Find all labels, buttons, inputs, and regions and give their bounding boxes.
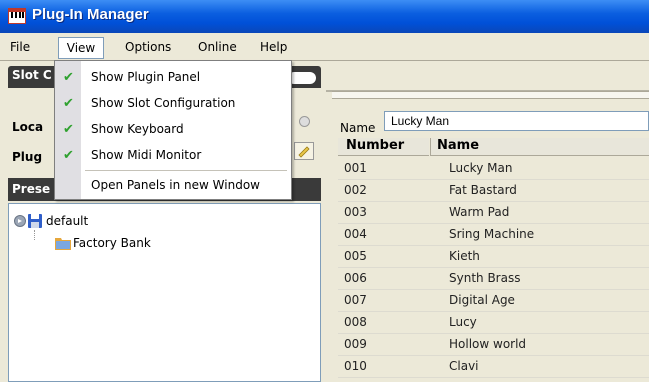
table-row[interactable]: 001 Lucky Man (338, 157, 649, 180)
checkmark-icon: ✔ (63, 122, 74, 137)
row-number: 001 (344, 161, 367, 175)
preset-panel-title: Prese (12, 182, 51, 196)
row-number: 007 (344, 293, 367, 307)
column-header-number[interactable]: Number (338, 138, 429, 156)
row-name: Fat Bastard (449, 183, 517, 197)
pencil-icon (298, 146, 310, 158)
table-row[interactable]: 003 Warm Pad (338, 201, 649, 224)
row-number: 010 (344, 359, 367, 373)
tree-node-default[interactable]: default (46, 214, 88, 228)
menu-view[interactable]: View (58, 37, 104, 59)
preset-tree: default Factory Bank (8, 203, 321, 382)
row-number: 004 (344, 227, 367, 241)
local-label: Loca (12, 120, 44, 134)
menu-item-show-plugin-panel[interactable]: ✔ Show Plugin Panel (55, 65, 291, 91)
name-input[interactable] (384, 111, 649, 131)
save-disk-icon (28, 214, 42, 228)
table-row[interactable]: 007 Digital Age (338, 289, 649, 312)
expand-icon[interactable] (14, 215, 26, 227)
row-number: 008 (344, 315, 367, 329)
column-header-name[interactable]: Name (430, 138, 649, 156)
menu-item-label: Show Midi Monitor (91, 148, 202, 162)
checkmark-icon: ✔ (63, 96, 74, 111)
table-row[interactable]: 006 Synth Brass (338, 267, 649, 290)
row-name: Synth Brass (449, 271, 521, 285)
table-row[interactable]: 010 Clavi (338, 355, 649, 378)
right-panel: Name Number Name 001 Lucky Man 002 Fat Bas… (326, 66, 649, 382)
row-name: Digital Age (449, 293, 515, 307)
menu-item-label: Show Slot Configuration (91, 96, 236, 110)
menu-item-label: Show Plugin Panel (91, 70, 201, 84)
edit-button[interactable] (294, 142, 314, 160)
menu-options[interactable]: Options (125, 40, 171, 54)
row-name: Sring Machine (449, 227, 535, 241)
row-name: Warm Pad (449, 205, 510, 219)
right-panel-divider (332, 91, 649, 99)
checkmark-icon: ✔ (63, 70, 74, 85)
row-number: 009 (344, 337, 367, 351)
title-bar: Plug-In Manager (0, 0, 649, 33)
plugin-label: Plug (12, 150, 43, 164)
menu-online[interactable]: Online (198, 40, 237, 54)
menu-item-open-panels-new-window[interactable]: Open Panels in new Window (55, 173, 291, 199)
tree-node-factory-bank[interactable]: Factory Bank (73, 236, 151, 250)
row-name: Kieth (449, 249, 480, 263)
menu-file[interactable]: File (10, 40, 30, 54)
table-row[interactable]: 002 Fat Bastard (338, 179, 649, 202)
folder-icon (55, 238, 71, 250)
table-row[interactable]: 008 Lucy (338, 311, 649, 334)
row-name: Lucy (449, 315, 477, 329)
menu-help[interactable]: Help (260, 40, 287, 54)
piano-keyboard-icon (8, 8, 26, 24)
menu-item-label: Show Keyboard (91, 122, 184, 136)
table-row[interactable]: 005 Kieth (338, 245, 649, 268)
view-dropdown-menu: ✔ Show Plugin Panel ✔ Show Slot Configur… (54, 60, 292, 200)
slot-panel-toggle[interactable] (288, 72, 316, 84)
row-number: 005 (344, 249, 367, 263)
row-number: 006 (344, 271, 367, 285)
table-row[interactable]: 009 Hollow world (338, 333, 649, 356)
right-panel-toolbar (326, 66, 649, 92)
window-title: Plug-In Manager (32, 6, 149, 23)
row-number: 002 (344, 183, 367, 197)
table-row[interactable]: 004 Sring Machine (338, 223, 649, 246)
local-radio[interactable] (299, 116, 310, 127)
menu-separator (85, 170, 287, 171)
menu-item-show-keyboard[interactable]: ✔ Show Keyboard (55, 117, 291, 143)
checkmark-icon: ✔ (63, 148, 74, 163)
tree-connector (34, 230, 36, 240)
name-label: Name (340, 121, 376, 135)
menu-item-show-midi-monitor[interactable]: ✔ Show Midi Monitor (55, 143, 291, 169)
menu-item-show-slot-configuration[interactable]: ✔ Show Slot Configuration (55, 91, 291, 117)
row-name: Clavi (449, 359, 479, 373)
menu-item-label: Open Panels in new Window (91, 178, 260, 192)
slot-panel-title: Slot C (12, 68, 52, 82)
row-name: Hollow world (449, 337, 527, 351)
menu-bar: File View Options Online Help (0, 37, 649, 59)
row-number: 003 (344, 205, 367, 219)
row-name: Lucky Man (449, 161, 513, 175)
